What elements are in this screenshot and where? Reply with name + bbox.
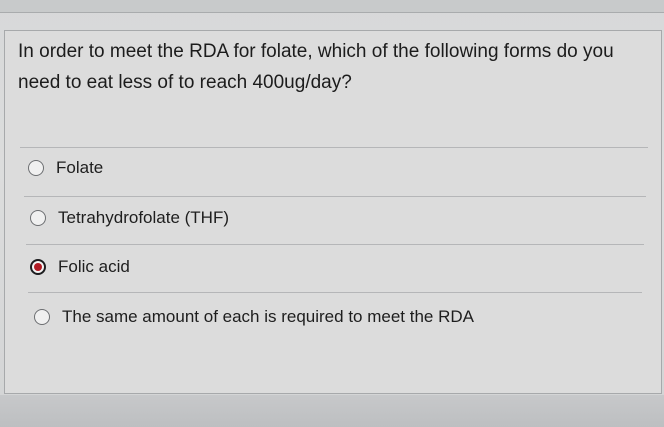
option-label: Folate (56, 158, 104, 177)
radio-button-unchecked[interactable] (30, 210, 46, 226)
quiz-page: In order to meet the RDA for folate, whi… (0, 0, 664, 427)
option-label: Folic acid (58, 257, 130, 276)
option-folic-acid[interactable]: Folic acid (30, 252, 130, 282)
option-folate[interactable]: Folate (28, 153, 103, 183)
option-label: The same amount of each is required to m… (62, 307, 474, 326)
option-same-amount[interactable]: The same amount of each is required to m… (34, 302, 474, 332)
option-tetrahydrofolate[interactable]: Tetrahydrofolate (THF) (30, 203, 229, 233)
top-border (0, 0, 664, 13)
radio-button-unchecked[interactable] (34, 309, 50, 325)
radio-button-unchecked[interactable] (28, 160, 44, 176)
divider (24, 196, 646, 197)
radio-button-checked[interactable] (30, 259, 46, 275)
divider (28, 292, 642, 293)
bottom-area (0, 395, 664, 427)
option-label: Tetrahydrofolate (THF) (58, 208, 229, 227)
question-text: In order to meet the RDA for folate, whi… (18, 41, 614, 93)
divider (26, 244, 644, 245)
divider (20, 147, 648, 148)
